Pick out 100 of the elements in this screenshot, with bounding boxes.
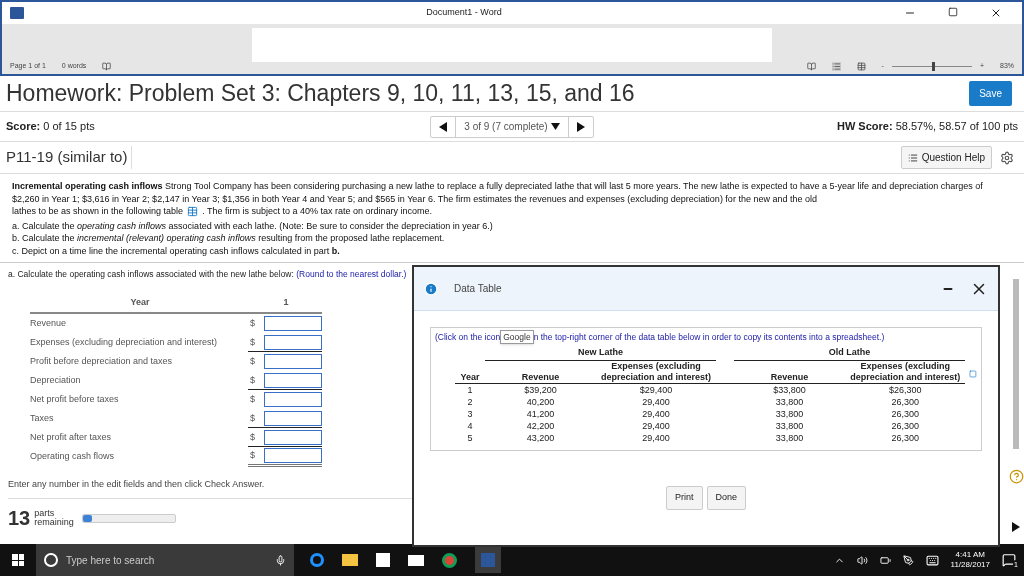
table-cell: 4 xyxy=(467,420,473,431)
answer-field[interactable] xyxy=(264,354,322,370)
pen-icon[interactable] xyxy=(902,554,914,566)
problem-part: a. Calculate the operating cash inflows associated with each lathe. (Note: Be sure to consider the depreciation in year 6.) xyxy=(12,219,494,232)
web-layout-icon[interactable] xyxy=(856,61,866,71)
currency-sign: $ xyxy=(250,430,256,444)
forward-button[interactable] xyxy=(1012,522,1020,532)
table-cell: 26,300 xyxy=(891,420,919,431)
row-label: Expenses (excluding depreciation and interest) xyxy=(30,336,219,349)
hw-score: HW Score: 58.57%, 58.57 of 100 pts xyxy=(837,120,1018,133)
tooltip: Google xyxy=(500,329,534,345)
remaining-label: remaining xyxy=(34,518,74,528)
problem-part: c. Depict on a time line the incremental operating cash inflows calculated in part b. xyxy=(12,244,341,257)
currency-sign: $ xyxy=(250,411,256,425)
start-icon[interactable] xyxy=(12,554,24,566)
table-cell: 41,200 xyxy=(526,408,555,419)
clock-time[interactable]: 4:41 AM xyxy=(955,550,985,560)
parts-label: parts xyxy=(34,509,55,519)
answer-field[interactable] xyxy=(264,447,322,463)
zoom-thumb[interactable] xyxy=(931,61,935,71)
dialog-button[interactable]: Print xyxy=(666,486,703,510)
instruction-end: n the top-right corner of the data table below in order to copy its contents into a spreadsheet.) xyxy=(533,330,885,344)
table-cell: 3 xyxy=(467,408,473,419)
table-cell: 33,800 xyxy=(775,420,804,431)
answer-field[interactable] xyxy=(264,334,322,350)
table-cell: 40,200 xyxy=(526,396,555,407)
table-cell: 29,400 xyxy=(642,420,670,431)
problem-part: b. Calculate the incremental (relevant) operating cash inflows resulting from the proposed lathe replacement. xyxy=(12,232,446,245)
group-header: Old Lathe xyxy=(828,347,871,357)
scrollbar[interactable] xyxy=(1013,279,1019,449)
close-icon[interactable] xyxy=(990,7,1002,19)
microphone-icon[interactable] xyxy=(275,554,286,566)
maximize-icon[interactable] xyxy=(948,7,958,17)
table-cell: 26,300 xyxy=(891,396,919,407)
currency-sign: $ xyxy=(250,393,256,406)
help-icon[interactable] xyxy=(1008,469,1024,484)
row-label: Net profit after taxes xyxy=(30,431,113,444)
instruction-start: (Click on the icon xyxy=(435,330,501,344)
notifications-icon[interactable] xyxy=(1002,553,1016,567)
column-header: Expenses (excluding depreciation and interest) xyxy=(850,360,961,382)
year-value: 1 xyxy=(282,295,290,309)
search-field[interactable]: Type here to search xyxy=(36,544,294,576)
row-label: Profit before depreciation and taxes xyxy=(30,355,174,368)
table-cell: 1 xyxy=(467,384,473,395)
mail-icon[interactable] xyxy=(408,554,424,566)
table-cell: 29,400 xyxy=(642,408,670,419)
score-label: Score: 0 of 15 pts xyxy=(6,120,95,133)
answer-field[interactable] xyxy=(264,316,322,332)
keyboard-icon[interactable] xyxy=(925,553,939,567)
column-header: Revenue xyxy=(770,371,809,382)
table-cell: 2 xyxy=(467,396,473,407)
column-header: Year xyxy=(460,371,480,382)
answer-field[interactable] xyxy=(264,392,322,408)
problem-text-end: . The firm is subject to a 40% tax rate on ordinary income. xyxy=(202,205,433,218)
question-id: P11-19 (similar to) xyxy=(6,146,133,169)
question-help-button[interactable]: Question Help xyxy=(900,146,992,169)
list-icon xyxy=(907,152,918,163)
task-text: a. Calculate the operating cash inflows associated with the new lathe below: xyxy=(8,269,294,279)
page-title: Homework: Problem Set 3: Chapters 9, 10, 11, 13, 15, and 16 xyxy=(6,79,635,109)
task-hint: (Round to the nearest dollar.) xyxy=(296,269,407,279)
problem-text-continued: lathes to be as shown in the following table xyxy=(12,205,184,218)
print-layout-icon[interactable] xyxy=(831,61,841,71)
table-cell: 29,400 xyxy=(642,432,670,443)
dialog-title: Data Table xyxy=(454,282,503,296)
table-cell: 26,300 xyxy=(891,408,919,419)
table-cell: 5 xyxy=(467,432,473,443)
battery-icon[interactable] xyxy=(879,554,891,566)
proofing-icon[interactable] xyxy=(102,61,112,71)
answer-field[interactable] xyxy=(264,410,322,426)
read-mode-icon[interactable] xyxy=(806,61,816,71)
year-header: Year xyxy=(129,295,151,309)
row-label: Taxes xyxy=(30,412,55,425)
answer-field[interactable] xyxy=(264,372,322,388)
right-triangle-icon xyxy=(1012,522,1020,532)
answer-field[interactable] xyxy=(264,429,322,445)
browser-icon[interactable] xyxy=(310,553,324,567)
table-cell: $39,200 xyxy=(524,384,557,395)
currency-sign: $ xyxy=(250,448,256,462)
settings-icon[interactable] xyxy=(1000,150,1014,165)
table-cell: 29,400 xyxy=(642,396,670,407)
search-placeholder: Type here to search xyxy=(66,553,156,568)
parts-count: 13 xyxy=(8,506,31,532)
volume-icon[interactable] xyxy=(856,554,868,566)
currency-sign: $ xyxy=(250,373,256,387)
save-button[interactable]: Save xyxy=(969,81,1012,106)
row-label: Revenue xyxy=(30,317,68,330)
currency-sign: $ xyxy=(250,335,256,349)
group-header: New Lathe xyxy=(578,347,624,357)
table-cell: 26,300 xyxy=(891,432,919,443)
table-cell: $33,800 xyxy=(773,384,806,395)
table-icon[interactable] xyxy=(187,205,199,217)
dialog-button[interactable]: Done xyxy=(706,486,746,510)
instruction-text: Enter any number in the edit fields and then click Check Answer. xyxy=(8,479,265,490)
table-cell: 33,800 xyxy=(775,432,804,443)
table-cell: $26,300 xyxy=(888,384,922,395)
window-title: Document1 - Word xyxy=(426,7,502,18)
clock-date[interactable]: 11/28/2017 xyxy=(950,560,990,570)
table-cell: $29,400 xyxy=(639,384,673,395)
table-cell: 42,200 xyxy=(526,420,555,431)
currency-sign: $ xyxy=(250,355,256,368)
